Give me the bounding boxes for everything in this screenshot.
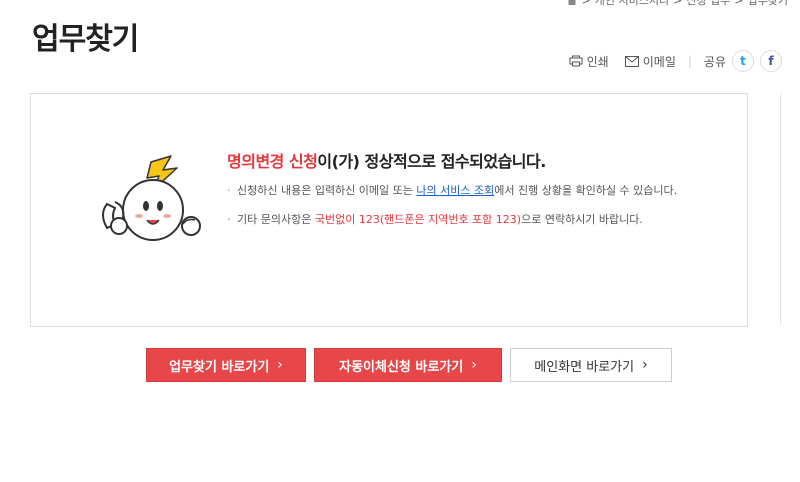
facebook-share-button[interactable]: f (760, 50, 782, 72)
mascot-illustration (102, 155, 201, 241)
action-buttons: 업무찾기 바로가기 › 자동이체신청 바로가기 › 메인화면 바로가기 › (146, 348, 672, 382)
chevron-right-icon: › (471, 357, 477, 373)
share-label: 공유 (703, 54, 726, 69)
main-page-label: 메인화면 바로가기 (534, 359, 635, 375)
breadcrumb-item-2[interactable]: 신청 업무 (686, 0, 730, 8)
breadcrumb-item-3[interactable]: 업무찾기 (748, 0, 788, 8)
notice-text: 으로 연락하시기 바랍니다. (521, 213, 643, 226)
notice-text: 기타 문의사항은 (237, 213, 315, 226)
email-label: 이메일 (642, 54, 676, 69)
notice-list: 신청하신 내용은 입력하신 이메일 또는 나의 서비스 조회에서 진행 상황을 … (227, 182, 697, 240)
divider: | (687, 54, 692, 68)
my-service-link[interactable]: 나의 서비스 조회 (416, 184, 494, 197)
service-name: 명의변경 신청 (227, 152, 318, 171)
divider (780, 93, 781, 325)
result-message-text: 이(가) 정상적으로 접수되었습니다. (317, 152, 546, 171)
page-title: 업무찾기 (32, 22, 139, 57)
print-icon (569, 55, 583, 67)
chevron-right-icon: › (277, 357, 283, 373)
breadcrumb-item-1[interactable]: 개인 서비스처리 (595, 0, 669, 8)
breadcrumb: > 개인 서비스처리 > 신청 업무 > 업무찾기 (566, 0, 788, 8)
print-button[interactable]: 인쇄 (569, 53, 609, 70)
breadcrumb-separator: > (734, 0, 744, 7)
email-icon (624, 55, 639, 67)
breadcrumb-separator: > (673, 0, 683, 7)
email-button[interactable]: 이메일 (624, 53, 676, 70)
breadcrumb-separator: > (581, 0, 591, 7)
chevron-right-icon: › (642, 357, 648, 373)
task-search-label: 업무찾기 바로가기 (169, 359, 270, 375)
facebook-icon: f (768, 54, 774, 68)
utility-bar: 인쇄 이메일 | 공유 t f (569, 50, 782, 72)
home-icon[interactable] (566, 0, 578, 6)
twitter-icon: t (740, 54, 746, 68)
main-page-button[interactable]: 메인화면 바로가기 › (510, 348, 672, 382)
notice-item-status: 신청하신 내용은 입력하신 이메일 또는 나의 서비스 조회에서 진행 상황을 … (227, 182, 697, 199)
result-panel: 명의변경 신청이(가) 정상적으로 접수되었습니다. 신청하신 내용은 입력하신… (30, 93, 748, 327)
notice-item-contact: 기타 문의사항은 국번없이 123(핸드폰은 지역번호 포함 123)으로 연락… (227, 211, 697, 228)
auto-transfer-button[interactable]: 자동이체신청 바로가기 › (314, 348, 502, 382)
notice-text: 신청하신 내용은 입력하신 이메일 또는 (237, 184, 417, 197)
task-search-button[interactable]: 업무찾기 바로가기 › (146, 348, 306, 382)
auto-transfer-label: 자동이체신청 바로가기 (339, 359, 464, 375)
twitter-share-button[interactable]: t (732, 50, 754, 72)
contact-number: 국번없이 123(핸드폰은 지역번호 포함 123) (314, 213, 522, 226)
result-message-title: 명의변경 신청이(가) 정상적으로 접수되었습니다. (227, 148, 546, 172)
notice-text: 에서 진행 상황을 확인하실 수 있습니다. (494, 184, 678, 197)
print-label: 인쇄 (586, 54, 609, 69)
